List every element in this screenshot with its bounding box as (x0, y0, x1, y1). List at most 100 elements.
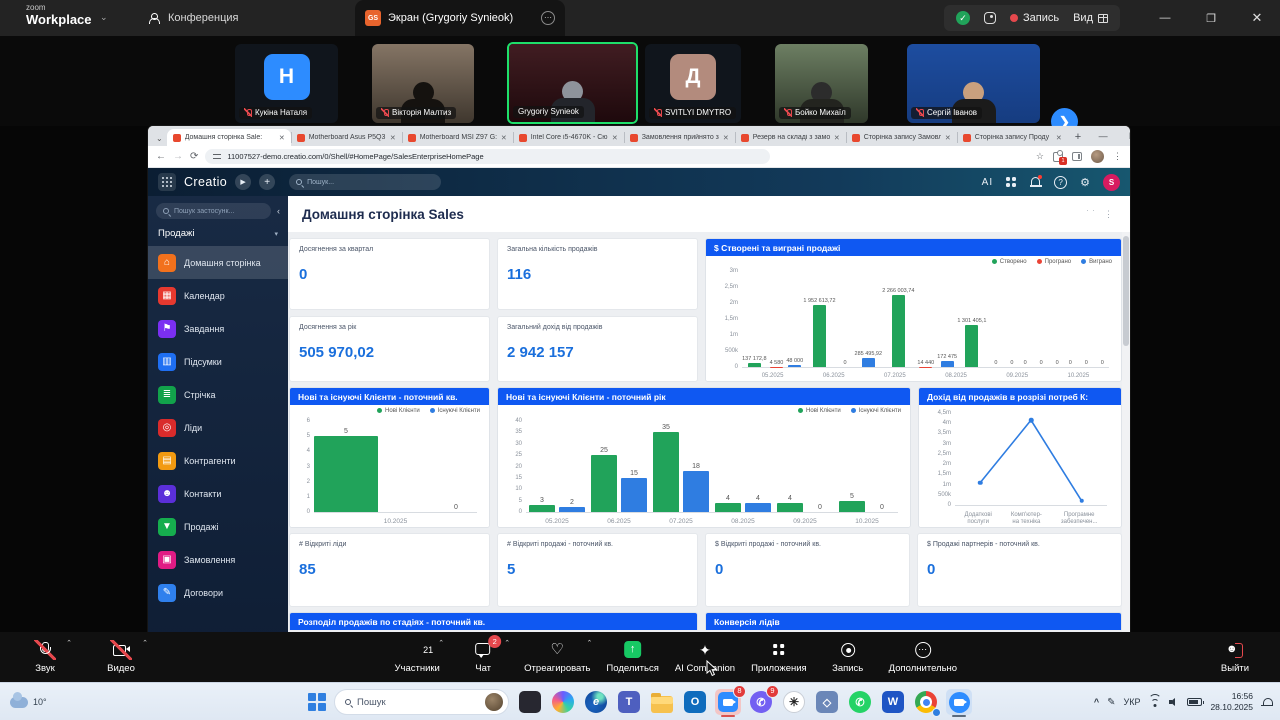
recording-indicator[interactable]: Запись (1010, 12, 1059, 24)
chart-card-clients-year[interactable]: Нові та існуючі Клієнти - поточний рік Н… (497, 387, 911, 528)
participant-tile[interactable]: Grygoriy Synieok (507, 42, 638, 124)
browser-profile-avatar[interactable] (1091, 150, 1104, 163)
add-new-button[interactable]: + (259, 174, 275, 190)
back-icon[interactable]: ← (156, 151, 166, 162)
app-search-input[interactable]: Пошук застосунк... (156, 203, 271, 219)
toolbar-button-выйти[interactable]: Выйти (1204, 632, 1266, 682)
chevron-up-icon[interactable]: ⌃ (142, 639, 148, 647)
toolbar-button-поделиться[interactable]: ↑Поделиться (600, 632, 664, 682)
sidebar-collapse-icon[interactable]: ‹ (277, 206, 280, 216)
browser-tab[interactable]: Замовлення прийнято з✕ (624, 129, 735, 146)
close-button[interactable]: ✕ (1234, 0, 1280, 36)
participant-tile[interactable]: НКукіна Наталя (235, 44, 338, 123)
browser-tab[interactable]: Домашня сторінка Sale:✕ (167, 129, 291, 146)
tab-close-icon[interactable]: ✕ (1056, 134, 1062, 142)
start-button[interactable] (308, 693, 326, 711)
toolbar-button-запись[interactable]: Запись (817, 632, 879, 682)
browser-tab[interactable]: Сторінка запису Замовл✕ (846, 129, 957, 146)
toolbar-button-приложения[interactable]: Приложения (745, 632, 813, 682)
kpi-card[interactable]: Загальна кількість продажів116 (497, 238, 698, 310)
language-indicator[interactable]: УКР (1123, 697, 1140, 707)
settings-gear-icon[interactable]: ⚙ (1080, 176, 1090, 189)
kpi-card[interactable]: $ Продажі партнерів - поточний кв.0 (917, 533, 1122, 607)
participant-tile[interactable]: ДSVITLYI DMYTRO (645, 44, 741, 123)
browser-tab[interactable]: Motherboard MSI Z97 G:✕ (402, 129, 513, 146)
tab-close-icon[interactable]: ✕ (945, 134, 951, 142)
chevron-up-icon[interactable]: ⌃ (587, 639, 593, 647)
chart-card-clients-quarter[interactable]: Нові та існуючі Клієнти - поточний кв. Н… (289, 387, 490, 528)
toolbar-button-звук[interactable]: Звук⌃ (14, 632, 76, 682)
tab-close-icon[interactable]: ✕ (279, 134, 285, 142)
taskbar-app-chatgpt[interactable]: ✳ (781, 689, 807, 715)
battery-icon[interactable] (1187, 698, 1202, 706)
tab-search-icon[interactable]: ⌄ (152, 134, 167, 146)
kpi-card[interactable]: Досягнення за квартал0 (289, 238, 490, 310)
tab-close-icon[interactable]: ✕ (501, 134, 507, 142)
taskbar-app-photos[interactable]: ◇ (814, 689, 840, 715)
run-process-button[interactable]: ▶ (235, 174, 251, 190)
sidebar-item-doc[interactable]: ✎Договори (148, 576, 288, 609)
panel-lead-conversion[interactable]: Конверсія лідів (705, 612, 1122, 630)
taskbar-app-edge[interactable]: e (583, 689, 609, 715)
chevron-up-icon[interactable]: ⌃ (66, 639, 72, 647)
taskbar-app-chrome[interactable] (913, 689, 939, 715)
taskbar-app-word[interactable]: W (880, 689, 906, 715)
view-button[interactable]: Вид (1073, 12, 1108, 24)
tab-options-icon[interactable]: ⋯ (541, 11, 555, 25)
taskbar-search-input[interactable]: Пошук (334, 689, 509, 715)
sidebar-item-lead[interactable]: ◎Ліди (148, 411, 288, 444)
clock[interactable]: 16:56 28.10.2025 (1210, 691, 1253, 712)
browser-minimize-button[interactable]: — (1088, 126, 1118, 146)
tray-overflow-icon[interactable]: ^ (1094, 697, 1099, 707)
taskbar-app-outlook[interactable]: O (682, 689, 708, 715)
participant-tile[interactable]: Бойко Михаїл (775, 44, 868, 123)
taskbar-app-copilot[interactable] (550, 689, 576, 715)
taskbar-app-zoomapp[interactable] (946, 689, 972, 715)
tab-screen-share[interactable]: GS Экран (Grygoriy Synieok) ⋯ (355, 0, 565, 36)
tab-close-icon[interactable]: ✕ (834, 134, 840, 142)
tab-close-icon[interactable]: ✕ (390, 134, 396, 142)
browser-menu-icon[interactable]: ⋮ (1113, 151, 1122, 162)
kpi-card[interactable]: # Відкриті ліди85 (289, 533, 490, 607)
taskbar-app-folder[interactable] (649, 689, 675, 715)
taskbar-app-whatsapp[interactable]: ✆ (847, 689, 873, 715)
toolbar-button-чат[interactable]: 2Чат⌃ (452, 632, 514, 682)
browser-tab[interactable]: Motherboard Asus P5Q3✕ (291, 129, 402, 146)
tab-conference[interactable]: Конференция (148, 0, 238, 36)
toolbar-button-ai-companion[interactable]: ✦AI Companion (669, 632, 741, 682)
sidebar-item-home[interactable]: ⌂Домашня сторінка (148, 246, 288, 279)
browser-tab[interactable]: Сторінка запису Проду✕ (957, 129, 1068, 146)
dashboard-options-icon[interactable]: ˙˙ ⋮ (1087, 209, 1117, 220)
chart-card-created-won[interactable]: $ Створені та виграні продажі СтвореноПр… (705, 238, 1122, 382)
address-bar[interactable]: 11007527-demo.creatio.com/0/Shell/#HomeP… (205, 149, 770, 164)
focus-mode-icon[interactable] (984, 12, 996, 24)
extensions-icon[interactable]: 1 (1053, 152, 1063, 162)
user-avatar[interactable]: S (1103, 174, 1120, 191)
scrollbar[interactable] (1122, 232, 1130, 632)
panel-sales-stages[interactable]: Розподіл продажів по стадіях - поточний … (289, 612, 698, 630)
sidebar-item-person[interactable]: ☻Контакти (148, 477, 288, 510)
browser-restore-button[interactable]: ❐ (1118, 126, 1130, 146)
kpi-card[interactable]: $ Відкриті продажі - поточний кв.0 (705, 533, 910, 607)
minimize-button[interactable]: — (1142, 0, 1188, 36)
reload-icon[interactable]: ⟳ (190, 151, 198, 162)
site-settings-icon[interactable] (213, 153, 221, 160)
sidebar-item-org[interactable]: ▤Контрагенти (148, 444, 288, 477)
sidebar-item-calendar[interactable]: ▦Календар (148, 279, 288, 312)
new-tab-button[interactable]: + (1068, 131, 1088, 146)
help-icon[interactable]: ? (1054, 176, 1067, 189)
sidebar-item-chart[interactable]: ▥Підсумки (148, 345, 288, 378)
taskbar-app-viber[interactable]: ✆9 (748, 689, 774, 715)
scrollbar-thumb[interactable] (1123, 236, 1129, 346)
toolbar-button-дополнительно[interactable]: ⋯Дополнительно (883, 632, 963, 682)
weather-widget[interactable]: 10° (10, 683, 47, 720)
kpi-card[interactable]: Досягнення за рік505 970,02 (289, 316, 490, 382)
browser-tab[interactable]: Резерв на складі з замо✕ (735, 129, 846, 146)
sidebar-item-feed[interactable]: ≣Стрічка (148, 378, 288, 411)
volume-icon[interactable] (1169, 698, 1179, 707)
maximize-button[interactable]: ❐ (1188, 0, 1234, 36)
browser-tab[interactable]: Intel Core i5-4670K - Сю✕ (513, 129, 624, 146)
taskbar-app-zoomshare[interactable]: 8 (715, 689, 741, 715)
ai-button[interactable]: AI (982, 177, 993, 188)
notifications-bell-icon[interactable] (1030, 176, 1041, 188)
